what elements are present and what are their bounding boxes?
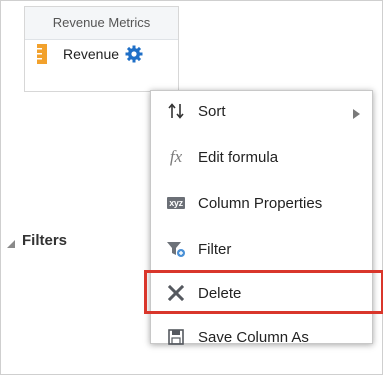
columns-panel: Revenue Metrics Revenue (24, 6, 179, 92)
filter-icon (164, 237, 188, 261)
collapse-triangle-icon (6, 236, 16, 248)
gear-icon[interactable] (125, 45, 143, 63)
xyz-icon: xyz (167, 197, 185, 209)
columns-panel-header: Revenue Metrics (25, 7, 178, 40)
save-icon (164, 325, 188, 349)
column-item-label: Revenue (63, 46, 120, 62)
filters-label: Filters (22, 232, 68, 249)
menu-item-label: Column Properties (198, 194, 323, 212)
fx-icon: fx (169, 147, 183, 166)
measure-icon (37, 44, 47, 64)
delete-highlight-box (144, 270, 383, 314)
menu-item-label: Filter (198, 240, 232, 258)
column-item-revenue[interactable]: Revenue (37, 43, 143, 65)
menu-item-label: Sort (198, 102, 226, 120)
submenu-arrow-icon (352, 106, 360, 119)
menu-item-filter[interactable]: Filter (151, 229, 372, 269)
menu-item-sort[interactable]: Sort (151, 91, 372, 131)
menu-item-label: Edit formula (198, 148, 279, 166)
menu-item-column-properties[interactable]: xyz Column Properties (151, 183, 372, 223)
menu-item-label: Save Column As (198, 328, 309, 346)
filters-section-header[interactable]: Filters (6, 232, 67, 249)
menu-item-edit-formula[interactable]: fx Edit formula (151, 137, 372, 177)
sort-icon (164, 99, 188, 123)
menu-item-save-column-as[interactable]: Save Column As (151, 317, 372, 357)
